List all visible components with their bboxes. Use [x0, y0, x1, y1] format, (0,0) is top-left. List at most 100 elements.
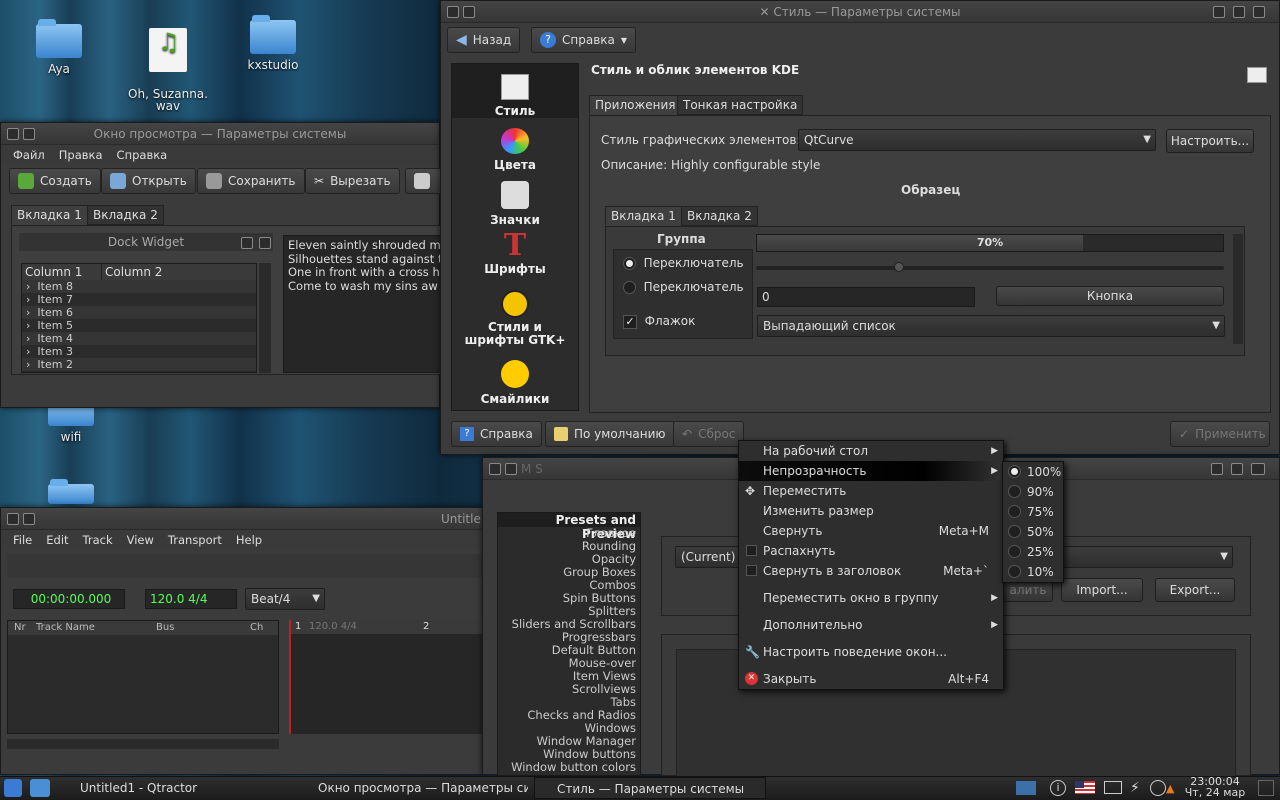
tree-row[interactable]: › Item 7: [22, 293, 256, 306]
text-edit[interactable]: Eleven saintly shrouded m Silhouettes st…: [283, 235, 441, 373]
sample-tab-1[interactable]: Вкладка 1: [605, 206, 682, 226]
desktop-icon-partial[interactable]: [42, 479, 100, 508]
radio-2[interactable]: Переключатель: [623, 280, 744, 294]
tree-row[interactable]: › Item 2: [22, 358, 256, 371]
activities-icon[interactable]: [30, 779, 50, 797]
save-button[interactable]: Сохранить: [197, 168, 305, 194]
menu-edit[interactable]: Правка: [59, 145, 103, 165]
dropdown[interactable]: Выпадающий список ▼: [757, 315, 1225, 337]
tab-1[interactable]: Вкладка 1: [11, 205, 88, 225]
task-style[interactable]: Стиль — Параметры системы: [534, 777, 766, 799]
maximize-button[interactable]: [1231, 463, 1243, 475]
import-button[interactable]: Import...: [1061, 578, 1143, 602]
opacity-item[interactable]: 10%: [1003, 562, 1063, 582]
window-sticky-button[interactable]: [23, 128, 35, 140]
reset-button[interactable]: ↶ Сброс: [673, 421, 745, 447]
panel-toolbox-icon[interactable]: [1258, 780, 1274, 796]
nav-icons[interactable]: Значки: [452, 175, 578, 229]
spin-box[interactable]: 0: [757, 287, 975, 307]
close-button[interactable]: [1253, 6, 1265, 18]
maximize-button[interactable]: [1233, 6, 1245, 18]
menu-item-to-desktop[interactable]: На рабочий стол ▶: [739, 441, 1003, 461]
widget-style-combo[interactable]: QtCurve ▼: [798, 129, 1156, 151]
col-nr[interactable]: Nr: [8, 621, 30, 635]
opacity-item[interactable]: 90%: [1003, 482, 1063, 502]
desktop-icon-wifi[interactable]: wifi: [42, 397, 100, 444]
close-button[interactable]: [1251, 463, 1265, 475]
tree-row[interactable]: › Item 3: [22, 345, 256, 358]
back-button[interactable]: ◀ Назад: [447, 27, 521, 53]
keyboard-layout-flag-icon[interactable]: [1075, 781, 1095, 794]
window-sticky-button[interactable]: [463, 6, 475, 18]
tree-row[interactable]: › Item 4: [22, 332, 256, 345]
help-menu-button[interactable]: ? Справка ▼: [531, 27, 637, 53]
desktop-icon-kxstudio[interactable]: kxstudio: [244, 15, 302, 72]
notifications-icon[interactable]: ▲: [1166, 782, 1174, 795]
col-track-name[interactable]: Track Name: [30, 621, 150, 635]
title-bar[interactable]: Untitle: [1, 508, 483, 530]
opacity-item[interactable]: 50%: [1003, 522, 1063, 542]
nav-fonts[interactable]: T Шрифты: [452, 230, 578, 284]
menu-item-configure[interactable]: 🔧 Настроить поведение окон...: [739, 642, 1003, 662]
menu-item-minimize[interactable]: Свернуть Meta+M: [739, 521, 1003, 541]
kde-menu-icon[interactable]: [4, 779, 22, 797]
col-bus[interactable]: Bus: [150, 621, 250, 635]
menu-item-move-to-group[interactable]: Переместить окно в группу ▶: [739, 588, 1003, 608]
dock-float-button[interactable]: [241, 237, 253, 249]
menu-item-opacity[interactable]: Непрозрачность ▶: [739, 461, 1003, 481]
tree-row[interactable]: › Item 6: [22, 306, 256, 319]
memory-icon[interactable]: [1104, 781, 1122, 794]
minimize-button[interactable]: [1211, 463, 1223, 475]
menu-item-advanced[interactable]: Дополнительно ▶: [739, 615, 1003, 635]
tab-2[interactable]: Вкладка 2: [87, 205, 164, 225]
configure-button[interactable]: Настроить...: [1166, 129, 1254, 153]
slider-handle[interactable]: [894, 262, 904, 272]
menu-item-move[interactable]: ✥ Переместить: [739, 481, 1003, 501]
menu-help[interactable]: Справка: [117, 145, 168, 165]
export-button[interactable]: Export...: [1155, 578, 1235, 602]
defaults-button[interactable]: По умолчанию: [545, 421, 675, 447]
info-icon[interactable]: i: [1050, 780, 1066, 796]
display-icon[interactable]: [1016, 781, 1036, 795]
desktop-icon-wav[interactable]: ♫ Oh, Suzanna. wav: [124, 16, 212, 112]
help-button[interactable]: ? Справка: [451, 421, 542, 447]
time-display[interactable]: 00:00:00.000: [13, 589, 125, 609]
preset-combo-arrow[interactable]: ▼: [1063, 546, 1233, 568]
task-qtractor[interactable]: Untitled1 - Qtractor: [58, 777, 288, 799]
menu-help[interactable]: Help: [236, 530, 262, 550]
menu-view[interactable]: View: [127, 530, 154, 550]
nav-emoticons[interactable]: Смайлики: [452, 356, 578, 410]
tab-applications[interactable]: Приложения: [589, 95, 682, 115]
window-sticky-button[interactable]: [505, 463, 517, 475]
col-ch[interactable]: Ch: [250, 621, 263, 635]
title-bar[interactable]: ✕ Стиль — Параметры системы: [441, 1, 1279, 23]
tempo-display[interactable]: 120.0 4/4: [145, 589, 237, 609]
tab-fine-tuning[interactable]: Тонкая настройка: [677, 95, 804, 115]
clock[interactable]: 23:00:04 Чт, 24 мар: [1182, 776, 1248, 798]
nav-gtk[interactable]: Стили и шрифты GTK+: [452, 286, 578, 354]
copy-button[interactable]: [405, 168, 445, 194]
menu-item-shade[interactable]: Свернуть в заголовок Meta+`: [739, 561, 1003, 581]
tree-row[interactable]: › Item 8: [22, 280, 256, 293]
hscrollbar[interactable]: [7, 739, 279, 749]
menu-edit[interactable]: Edit: [46, 530, 68, 550]
cut-button[interactable]: ✂ Вырезать: [305, 168, 400, 194]
minimize-button[interactable]: [1213, 6, 1225, 18]
tree-row[interactable]: › Item 5: [22, 319, 256, 332]
menu-track[interactable]: Track: [83, 530, 113, 550]
window-menu-button[interactable]: [7, 128, 19, 140]
column-1-header[interactable]: Column 1: [22, 264, 102, 280]
tree-scrollbar[interactable]: [259, 263, 271, 373]
nav-colors[interactable]: Цвета: [452, 120, 578, 174]
open-button[interactable]: Открыть: [101, 168, 196, 194]
dock-title[interactable]: Dock Widget: [19, 233, 273, 251]
checkbox[interactable]: ✓ Флажок: [623, 314, 695, 329]
snap-combo[interactable]: Beat/4 ▼: [245, 588, 325, 610]
dock-close-button[interactable]: [259, 237, 271, 249]
sample-button[interactable]: Кнопка: [996, 286, 1224, 306]
menu-file[interactable]: File: [13, 530, 32, 550]
section-item[interactable]: Window button colors: [498, 761, 640, 774]
window-sticky-button[interactable]: [23, 513, 35, 525]
network-icon[interactable]: ⚡: [1130, 780, 1140, 796]
column-2-header[interactable]: Column 2: [102, 264, 162, 280]
